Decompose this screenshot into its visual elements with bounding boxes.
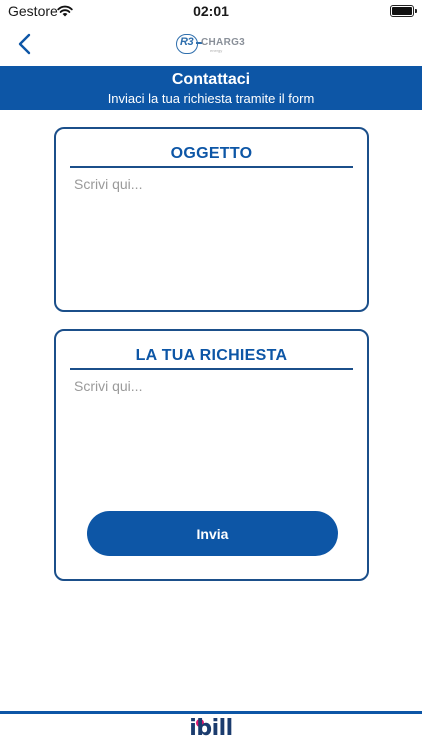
request-divider <box>70 368 353 370</box>
clock: 02:01 <box>193 3 229 19</box>
nav-bar: R3 CHARG3 energy <box>0 24 422 66</box>
send-button[interactable]: Invia <box>87 511 338 556</box>
header-banner: Contattaci Inviaci la tua richiesta tram… <box>0 66 422 110</box>
footer-divider <box>0 711 422 714</box>
subject-input[interactable] <box>74 176 354 236</box>
chevron-left-icon <box>18 33 31 55</box>
battery-icon <box>390 5 417 17</box>
subject-divider <box>70 166 353 168</box>
request-card: LA TUA RICHIESTA Invia <box>54 329 369 581</box>
back-button[interactable] <box>14 31 38 57</box>
status-bar: Gestore 02:01 <box>0 0 422 24</box>
recharge-logo: R3 CHARG3 energy <box>176 32 246 56</box>
subject-card: OGGETTO <box>54 127 369 312</box>
request-input[interactable] <box>74 378 354 438</box>
request-title: LA TUA RICHIESTA <box>135 347 288 364</box>
page-subtitle: Inviaci la tua richiesta tramite il form <box>107 91 315 106</box>
subject-title: OGGETTO <box>170 145 253 162</box>
page-title: Contattaci <box>171 71 251 88</box>
ibill-logo-text: ibill <box>189 716 233 741</box>
ibill-logo: ibill <box>0 716 422 746</box>
